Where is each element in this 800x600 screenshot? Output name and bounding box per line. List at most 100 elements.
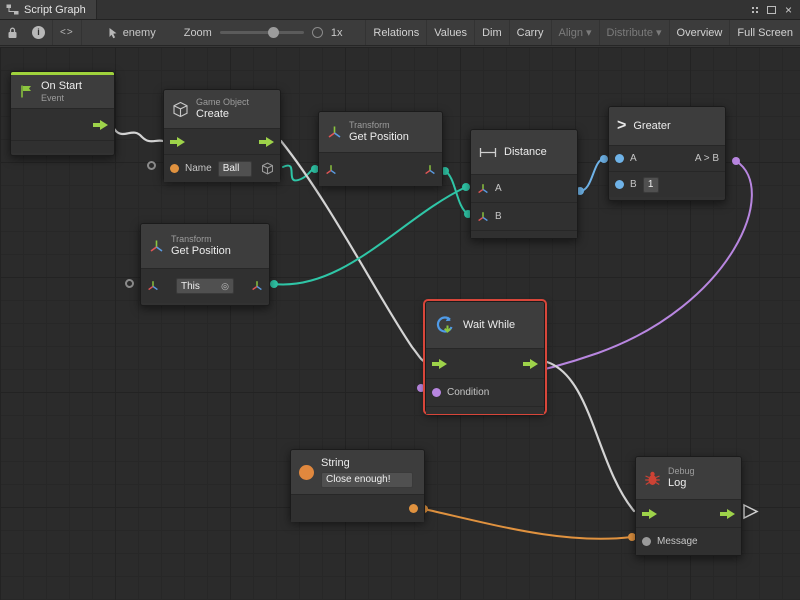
message-in-port[interactable] [642,537,651,546]
wire-distance-greater[interactable] [580,159,604,191]
unconnected-port[interactable] [125,279,134,288]
toolbar-separator [81,20,82,45]
position-out-port[interactable] [424,164,436,176]
node-subtitle: Event [41,93,82,104]
zoom-slider-handle[interactable] [268,27,279,38]
distance-icon [479,147,497,158]
wire-string-message[interactable] [424,509,632,539]
control-in-port[interactable] [642,509,657,519]
target-field[interactable]: This ◎ [176,278,234,294]
node-distance[interactable]: Distance A B [470,129,578,239]
bug-icon [644,471,661,486]
control-in-port[interactable] [432,359,447,369]
node-log[interactable]: Debug Log Message [635,456,742,556]
node-wait-while[interactable]: Wait While Condition [425,301,545,413]
transform-icon [327,125,342,140]
condition-in-port[interactable] [432,388,441,397]
dim-button[interactable]: Dim [474,20,509,45]
code-view-button[interactable]: <> [53,20,81,45]
string-field[interactable] [321,472,413,488]
node-on-start[interactable]: On Start Event [10,71,115,156]
name-input-port[interactable] [170,164,179,173]
continue-triangle-icon [744,505,757,518]
transform-icon [149,239,164,254]
breadcrumb[interactable]: enemy [108,27,156,39]
target-value: This [181,281,200,292]
full-screen-button[interactable]: Full Screen [729,20,800,45]
wire-waitwhile-log[interactable] [547,362,634,511]
condition-label: Condition [447,387,489,398]
name-field[interactable] [218,161,252,177]
position-out-port[interactable] [251,280,263,292]
a-in-port[interactable] [477,183,489,195]
relations-button[interactable]: Relations [365,20,426,45]
node-title: Distance [504,146,547,159]
overview-button[interactable]: Overview [669,20,730,45]
node-footer [11,140,114,153]
control-out-port[interactable] [720,509,735,519]
transform-in-port[interactable] [325,164,337,176]
control-out-port[interactable] [259,137,274,147]
node-footer [426,406,544,414]
script-graph-icon [6,4,19,15]
maximize-icon[interactable] [767,6,776,14]
b-label: B [630,179,637,190]
graph-canvas[interactable]: On Start Event Game Object Create [0,47,800,600]
carry-button[interactable]: Carry [509,20,551,45]
control-out-port[interactable] [523,359,538,369]
node-title: Get Position [171,245,231,258]
transform-in-port[interactable] [147,280,159,292]
node-string[interactable]: String [290,449,425,521]
graph-toolbar: i <> enemy Zoom 1x Relations Values Dim … [0,20,800,46]
info-button[interactable]: i [25,20,52,45]
tab-script-graph[interactable]: Script Graph [0,0,97,19]
node-title: Wait While [463,319,515,332]
b-field[interactable] [643,177,659,193]
gameobject-out-port[interactable] [261,162,274,175]
lock-button[interactable] [0,20,25,45]
node-category: Transform [349,120,409,131]
flag-icon [19,84,34,99]
node-create[interactable]: Game Object Create Name [163,89,281,181]
unconnected-port[interactable] [147,161,156,170]
node-title: Greater [633,120,670,133]
a-in-port[interactable] [615,154,624,163]
distribute-button: Distribute▾ [599,20,669,45]
window-menu-icon[interactable] [752,7,754,9]
object-picker-icon[interactable]: ◎ [221,281,229,292]
b-label: B [495,211,502,222]
node-greater[interactable]: > Greater A A > B B [608,106,726,201]
string-out-port[interactable] [409,504,418,513]
b-in-port[interactable] [615,180,624,189]
graph-name-label: enemy [123,27,156,39]
pointer-icon [108,27,118,39]
title-bar: Script Graph × [0,0,800,20]
greater-icon: > [617,117,626,135]
zoom-reset-icon[interactable] [312,27,323,38]
zoom-value: 1x [331,27,343,39]
lock-icon [7,27,18,39]
wire-create-getposition[interactable] [283,166,315,181]
node-get-position-b[interactable]: Transform Get Position This ◎ [140,223,270,306]
node-title: Get Position [349,131,409,144]
wire-getposition-distance-b[interactable] [445,171,468,214]
node-get-position-a[interactable]: Transform Get Position [318,111,443,186]
node-title: On Start [41,80,82,93]
info-icon: i [32,26,45,39]
cube-icon [172,101,189,118]
wire-getposition-distance-a[interactable] [274,187,466,284]
wire-onstart-create[interactable] [113,127,163,141]
zoom-label: Zoom [184,27,212,39]
node-category: Debug [668,466,695,477]
result-out-port[interactable]: A > B [695,153,719,164]
unity-script-graph-window: Script Graph × i <> enemy Zoom 1x Rela [0,0,800,600]
control-in-port[interactable] [170,137,185,147]
close-icon[interactable]: × [785,4,792,16]
name-label: Name [185,163,212,174]
node-category: Game Object [196,97,249,108]
zoom-slider[interactable] [220,31,304,34]
values-button[interactable]: Values [426,20,474,45]
control-out-port[interactable] [93,120,108,130]
a-label: A [630,153,637,164]
b-in-port[interactable] [477,211,489,223]
